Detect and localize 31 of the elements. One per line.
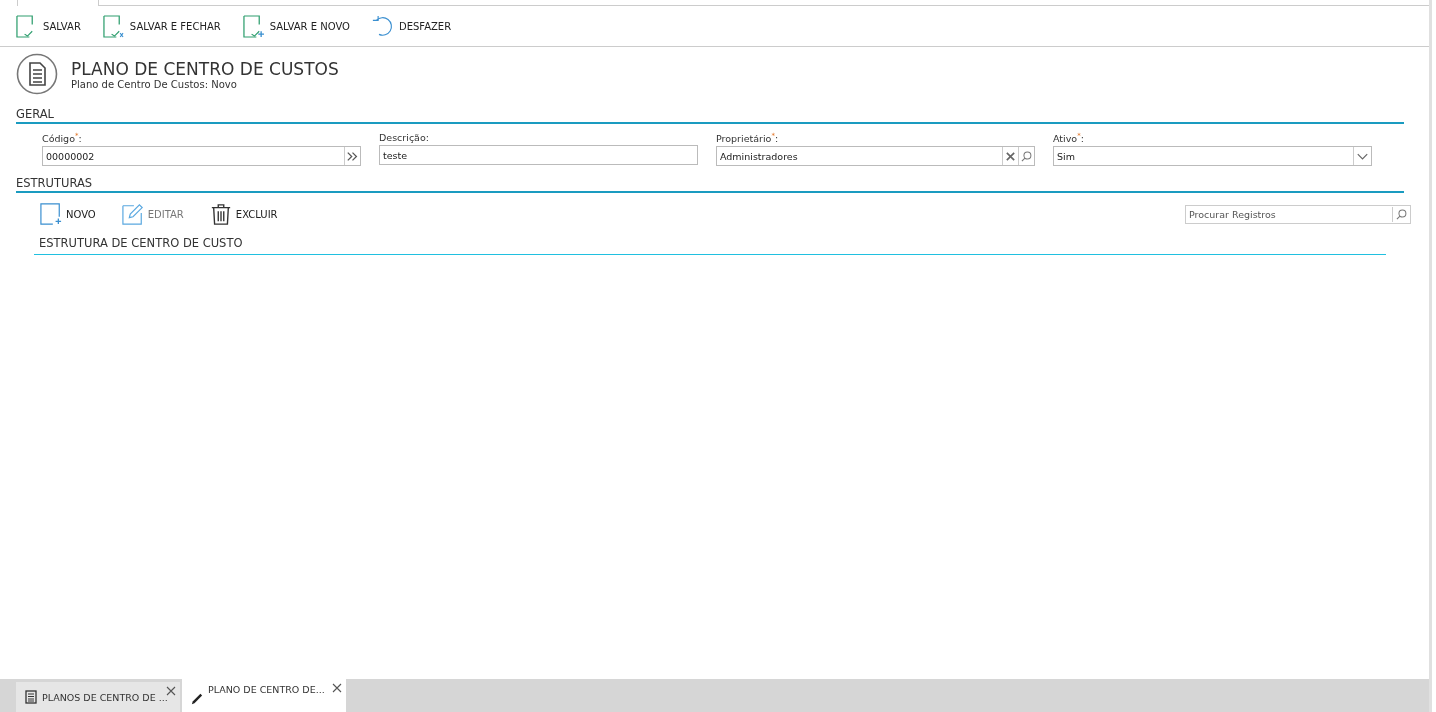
pencil-icon	[191, 692, 203, 706]
document-tab[interactable]: PLANOS DE CENTRO DE ...	[16, 682, 180, 712]
field-label: Descrição:	[379, 132, 430, 143]
list-icon	[25, 690, 37, 704]
toolbar-button[interactable]: SALVAR	[16, 14, 81, 38]
search-field[interactable]: Procurar Registros	[1185, 204, 1411, 224]
action-button[interactable]: NOVO	[40, 203, 96, 226]
close-icon[interactable]	[332, 683, 342, 693]
close-icon[interactable]	[166, 686, 176, 696]
page-subtitle: Plano de Centro De Custos: Novo	[71, 78, 238, 90]
toolbar-button[interactable]: SALVAR E NOVO	[242, 14, 350, 38]
page-title: PLANO DE CENTRO DE CUSTOS	[71, 58, 339, 79]
document-tab[interactable]: PLANO DE CENTRO DE...	[182, 679, 346, 712]
toolbar-button[interactable]: DESFAZER	[371, 14, 452, 38]
toolbar-button[interactable]: SALVAR E FECHAR	[102, 14, 221, 38]
search-icon	[1396, 208, 1407, 220]
field-label: Proprietário$^{*}$:	[716, 132, 780, 145]
trash-icon	[209, 203, 232, 226]
field-label: Código$^{*}$:	[42, 132, 83, 145]
undo-icon	[371, 14, 393, 38]
save-close-icon	[102, 14, 124, 38]
section-title: GERAL	[16, 107, 54, 121]
new-item-icon	[40, 203, 62, 226]
grid-title: ESTRUTURA DE CENTRO DE CUSTO	[39, 236, 243, 251]
action-button[interactable]: EXCLUIR	[209, 203, 278, 226]
pencil-icon	[121, 203, 144, 226]
document-icon	[16, 53, 58, 95]
save-new-icon	[242, 14, 264, 38]
section-title: ESTRUTURAS	[16, 176, 93, 191]
input-field[interactable]: teste	[380, 146, 697, 164]
field-label: Ativo$^{*}$:	[1053, 132, 1085, 145]
